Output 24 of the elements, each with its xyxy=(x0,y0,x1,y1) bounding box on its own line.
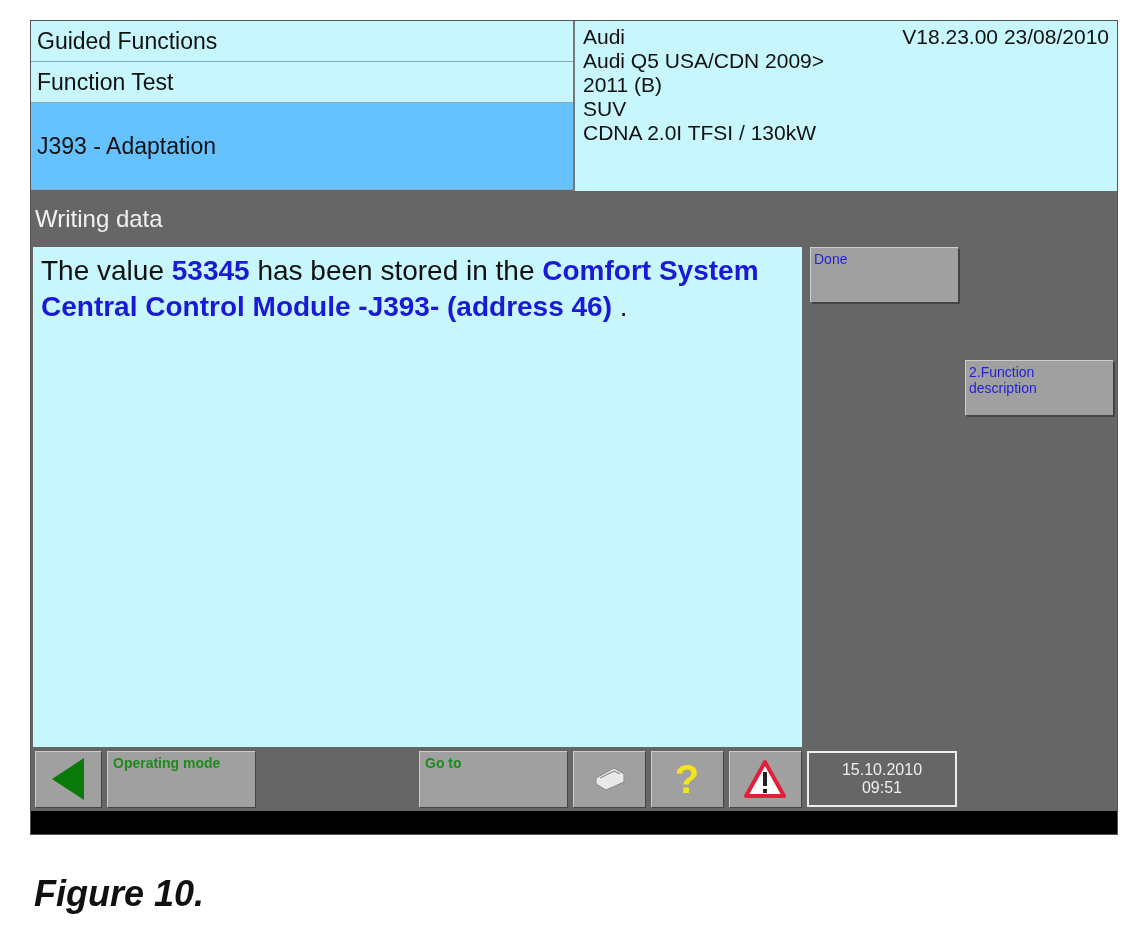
breadcrumb-row[interactable]: Function Test xyxy=(31,62,573,103)
warning-button[interactable] xyxy=(729,751,801,807)
vehicle-brand: Audi xyxy=(583,25,626,49)
warning-icon xyxy=(743,759,787,799)
vehicle-info-line: SUV xyxy=(583,97,628,121)
back-button[interactable] xyxy=(35,751,101,807)
vehicle-info-line: CDNA 2.0I TFSI / 130kW xyxy=(583,121,818,145)
question-mark: ? xyxy=(674,756,700,802)
help-button[interactable]: ? xyxy=(651,751,723,807)
breadcrumb-row[interactable]: J393 - Adaptation xyxy=(31,103,573,190)
software-version: V18.23.00 23/08/2010 xyxy=(902,25,1109,49)
section-title: Writing data xyxy=(34,204,164,234)
printer-button[interactable] xyxy=(573,751,645,807)
vehicle-info-line: Audi Q5 USA/CDN 2009> xyxy=(583,49,826,73)
back-arrow-icon xyxy=(50,756,86,802)
time-text: 09:51 xyxy=(861,779,902,797)
message-text: The value 53345 has been stored in the Comfort System Central Control Module -J393- (address 46) . xyxy=(41,254,760,324)
printer-icon xyxy=(592,766,626,792)
vehicle-info-line: 2011 (B) xyxy=(583,73,663,97)
breadcrumb-row[interactable]: Guided Functions xyxy=(31,21,573,62)
date-text: 15.10.2010 xyxy=(841,761,923,779)
side-button[interactable]: Done xyxy=(810,247,958,302)
figure-caption: Figure 10. xyxy=(34,873,205,915)
side-button[interactable]: 2.Function description xyxy=(965,360,1113,415)
